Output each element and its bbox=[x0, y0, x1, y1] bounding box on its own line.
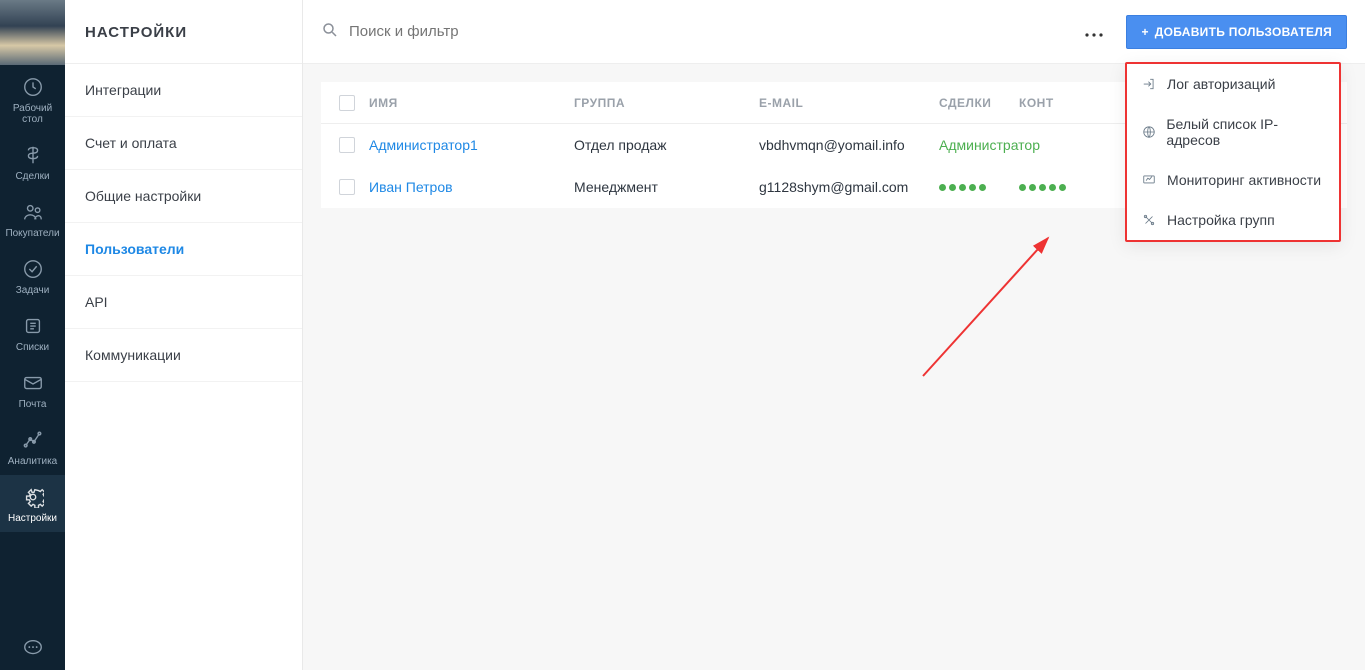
col-header-name[interactable]: ИМЯ bbox=[369, 96, 574, 110]
dropdown-label: Белый список IP-адресов bbox=[1166, 116, 1325, 148]
dropdown-auth-log[interactable]: Лог авторизаций bbox=[1127, 64, 1339, 104]
monitor-icon bbox=[1141, 172, 1157, 188]
rail-label: Настройки bbox=[8, 513, 57, 524]
rail-label: Рабочийстол bbox=[13, 103, 52, 125]
rail-label: Сделки bbox=[15, 171, 49, 182]
user-name-link[interactable]: Администратор1 bbox=[369, 137, 574, 153]
sidebar-title: НАСТРОЙКИ bbox=[65, 0, 302, 64]
dropdown-label: Мониторинг активности bbox=[1167, 172, 1321, 188]
user-group: Отдел продаж bbox=[574, 137, 759, 153]
globe-icon bbox=[1141, 124, 1156, 140]
settings-icon bbox=[21, 485, 45, 509]
rail-item-tasks[interactable]: Задачи bbox=[0, 247, 65, 304]
dots-icon bbox=[1085, 24, 1103, 40]
select-all-checkbox[interactable] bbox=[339, 95, 355, 111]
rail-label: Покупатели bbox=[5, 228, 59, 239]
user-email: g1128shym@gmail.com bbox=[759, 179, 939, 195]
rail-item-lists[interactable]: Списки bbox=[0, 304, 65, 361]
dropdown-activity-monitoring[interactable]: Мониторинг активности bbox=[1127, 160, 1339, 200]
topbar: + ДОБАВИТЬ ПОЛЬЗОВАТЕЛЯ bbox=[303, 0, 1365, 64]
buyers-icon bbox=[21, 200, 45, 224]
sidebar-item-api[interactable]: API bbox=[65, 276, 302, 329]
col-header-deals[interactable]: СДЕЛКИ bbox=[939, 96, 1019, 110]
rail-item-mail[interactable]: Почта bbox=[0, 361, 65, 418]
rail-item-analytics[interactable]: Аналитика bbox=[0, 418, 65, 475]
rail-item-dashboard[interactable]: Рабочийстол bbox=[0, 65, 65, 133]
col-header-email[interactable]: E-MAIL bbox=[759, 96, 939, 110]
add-user-button[interactable]: + ДОБАВИТЬ ПОЛЬЗОВАТЕЛЯ bbox=[1126, 15, 1347, 49]
login-icon bbox=[1141, 76, 1157, 92]
add-user-label: ДОБАВИТЬ ПОЛЬЗОВАТЕЛЯ bbox=[1155, 25, 1332, 39]
chat-icon bbox=[21, 636, 45, 660]
mail-icon bbox=[21, 371, 45, 395]
main-area: + ДОБАВИТЬ ПОЛЬЗОВАТЕЛЯ ИМЯ ГРУППА E-MAI… bbox=[303, 0, 1365, 670]
rail-item-chat[interactable] bbox=[0, 626, 65, 670]
sidebar-item-integrations[interactable]: Интеграции bbox=[65, 64, 302, 117]
dropdown-label: Лог авторизаций bbox=[1167, 76, 1275, 92]
rail-item-deals[interactable]: Сделки bbox=[0, 133, 65, 190]
user-name-link[interactable]: Иван Петров bbox=[369, 179, 574, 195]
user-role: Администратор bbox=[939, 137, 1040, 153]
dropdown-ip-whitelist[interactable]: Белый список IP-адресов bbox=[1127, 104, 1339, 160]
rail-label: Списки bbox=[16, 342, 49, 353]
search-icon bbox=[321, 21, 339, 42]
analytics-icon bbox=[21, 428, 45, 452]
plus-icon: + bbox=[1141, 25, 1148, 39]
tasks-icon bbox=[21, 257, 45, 281]
more-dropdown: Лог авторизаций Белый список IP-адресов … bbox=[1125, 62, 1341, 242]
user-email: vbdhvmqn@yomail.info bbox=[759, 137, 939, 153]
left-rail: Рабочийстол Сделки Покупатели Задачи Спи… bbox=[0, 0, 65, 670]
rail-label: Аналитика bbox=[8, 456, 58, 467]
dropdown-group-settings[interactable]: Настройка групп bbox=[1127, 200, 1339, 240]
search-input[interactable] bbox=[349, 23, 749, 40]
lists-icon bbox=[21, 314, 45, 338]
sidebar-item-users[interactable]: Пользователи bbox=[65, 223, 302, 276]
deals-icon bbox=[21, 143, 45, 167]
more-button[interactable] bbox=[1080, 18, 1108, 46]
sidebar-item-billing[interactable]: Счет и оплата bbox=[65, 117, 302, 170]
rail-label: Задачи bbox=[16, 285, 50, 296]
row-checkbox[interactable] bbox=[339, 179, 355, 195]
col-header-group[interactable]: ГРУППА bbox=[574, 96, 759, 110]
sidebar-item-communications[interactable]: Коммуникации bbox=[65, 329, 302, 382]
user-group: Менеджмент bbox=[574, 179, 759, 195]
tools-icon bbox=[1141, 212, 1157, 228]
rail-item-buyers[interactable]: Покупатели bbox=[0, 190, 65, 247]
workspace-logo[interactable] bbox=[0, 0, 65, 65]
rail-item-settings[interactable]: Настройки bbox=[0, 475, 65, 532]
sidebar-item-general[interactable]: Общие настройки bbox=[65, 170, 302, 223]
rail-label: Почта bbox=[19, 399, 47, 410]
dropdown-label: Настройка групп bbox=[1167, 212, 1275, 228]
settings-sidebar: НАСТРОЙКИ Интеграции Счет и оплата Общие… bbox=[65, 0, 303, 670]
row-checkbox[interactable] bbox=[339, 137, 355, 153]
dashboard-icon bbox=[21, 75, 45, 99]
user-deals-dots bbox=[939, 184, 1019, 191]
